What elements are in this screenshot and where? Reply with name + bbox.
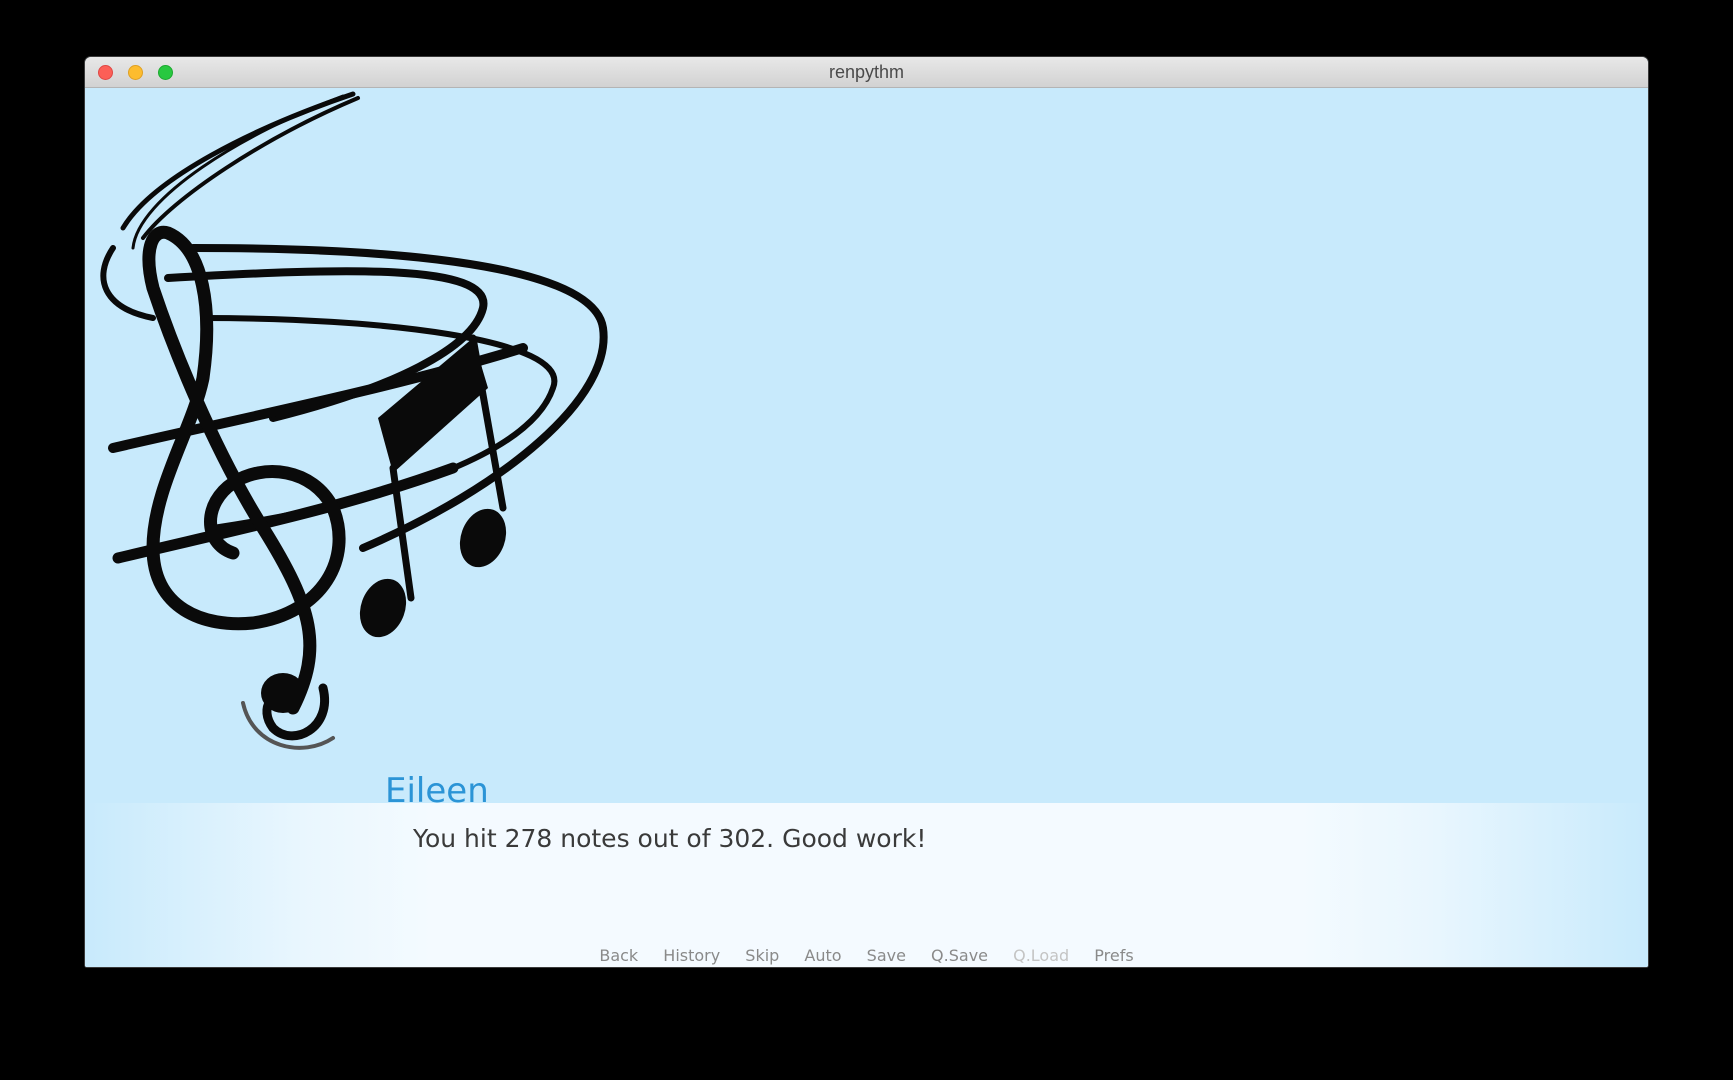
dialogue-text: You hit 278 notes out of 302. Good work! [413, 824, 927, 853]
quick-menu: Back History Skip Auto Save Q.Save Q.Loa… [85, 946, 1648, 965]
title-bar[interactable]: renpythm [85, 57, 1648, 88]
auto-button[interactable]: Auto [804, 946, 841, 965]
window-title: renpythm [828, 62, 905, 82]
save-button[interactable]: Save [867, 946, 906, 965]
treble-clef-music-art-icon [100, 91, 608, 750]
game-window: renpythm Eileen You hit 278 notes out of… [85, 57, 1648, 967]
quick-load-button[interactable]: Q.Load [1013, 946, 1069, 965]
back-button[interactable]: Back [599, 946, 638, 965]
game-scene[interactable]: Eileen You hit 278 notes out of 302. Goo… [85, 88, 1648, 967]
preferences-button[interactable]: Prefs [1094, 946, 1133, 965]
speaker-name: Eileen [385, 771, 489, 811]
history-button[interactable]: History [663, 946, 720, 965]
quick-save-button[interactable]: Q.Save [931, 946, 988, 965]
skip-button[interactable]: Skip [745, 946, 779, 965]
